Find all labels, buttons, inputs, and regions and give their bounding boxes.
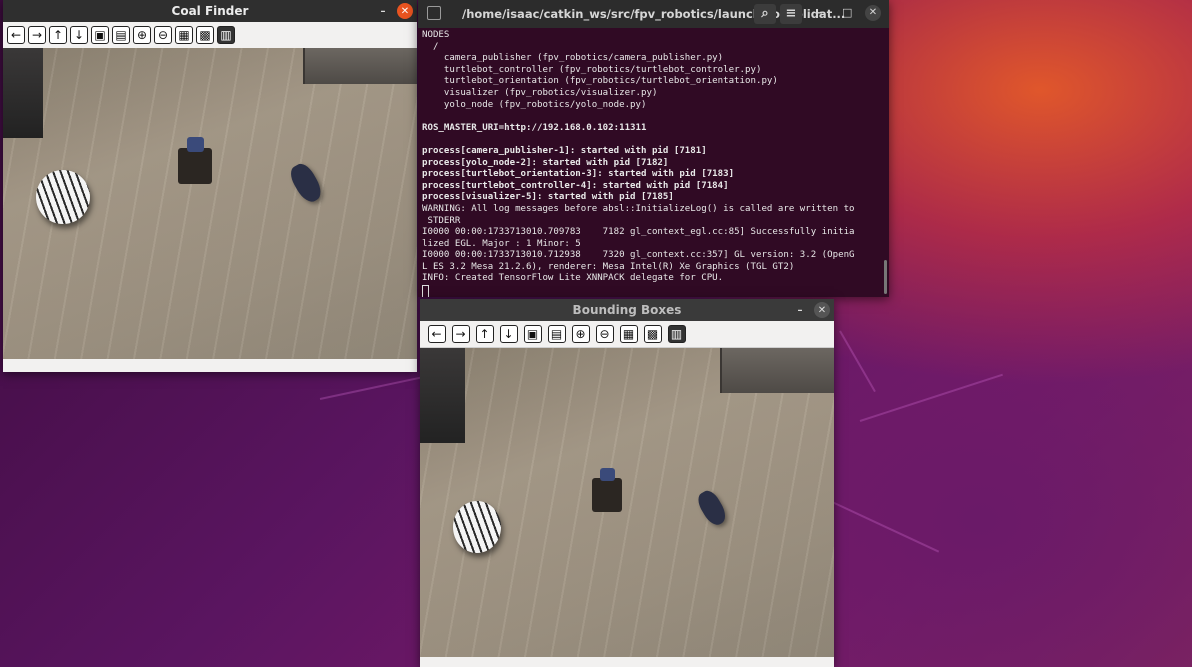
new-tab-icon[interactable] xyxy=(427,6,441,20)
properties-icon[interactable]: ▥ xyxy=(667,325,686,343)
camera-view xyxy=(3,48,417,359)
arrow-left-icon[interactable]: ← xyxy=(7,26,25,44)
minimize-icon[interactable]: – xyxy=(375,3,391,19)
bounding-boxes-window: Bounding Boxes – ✕ ← → ↑ ↓ ▣ ▤ ⊕ ⊖ ▦ ▩ ▥ xyxy=(420,299,834,667)
cabinet xyxy=(303,48,417,84)
shoe-rack xyxy=(3,48,43,138)
save-icon[interactable]: ▦ xyxy=(175,26,193,44)
wallpaper-line xyxy=(829,500,940,553)
terminal-line: turtlebot_controller (fpv_robotics/turtl… xyxy=(422,64,762,75)
arrow-up-icon[interactable]: ↑ xyxy=(475,325,494,343)
arrow-left-icon[interactable]: ← xyxy=(427,325,446,343)
terminal-line: STDERR xyxy=(422,215,461,226)
detection-view xyxy=(420,348,834,657)
zoom-out-icon[interactable]: ⊖ xyxy=(595,325,614,343)
image-toolbar: ← → ↑ ↓ ▣ ▤ ⊕ ⊖ ▦ ▩ ▥ xyxy=(420,321,834,348)
arrow-right-icon[interactable]: → xyxy=(28,26,46,44)
zoom-out-icon[interactable]: ⊖ xyxy=(154,26,172,44)
arrow-right-icon[interactable]: → xyxy=(451,325,470,343)
cabinet xyxy=(720,348,834,393)
zoom-in-icon[interactable]: ⊕ xyxy=(571,325,590,343)
coal-finder-titlebar[interactable]: Coal Finder – ✕ xyxy=(3,0,417,22)
terminal-line: process[camera_publisher-1]: started wit… xyxy=(422,145,707,156)
menu-icon[interactable]: ≡ xyxy=(780,4,802,24)
maximize-icon[interactable]: □ xyxy=(842,6,852,19)
terminal-line: process[yolo_node-2]: started with pid [… xyxy=(422,157,669,168)
terminal-line: I0000 00:00:1733713010.709783 7182 gl_co… xyxy=(422,227,855,238)
terminal-line: / xyxy=(422,41,439,52)
bounding-boxes-titlebar[interactable]: Bounding Boxes – ✕ xyxy=(420,299,834,321)
image-toolbar: ← → ↑ ↓ ▣ ▤ ⊕ ⊖ ▦ ▩ ▥ xyxy=(3,22,417,49)
minimize-icon[interactable]: – xyxy=(792,302,808,318)
close-icon[interactable]: ✕ xyxy=(814,302,830,318)
window-title: Bounding Boxes xyxy=(572,303,682,317)
terminal-line: visualizer (fpv_robotics/visualizer.py) xyxy=(422,87,658,98)
terminal-output[interactable]: NODES / camera_publisher (fpv_robotics/c… xyxy=(418,28,889,297)
zoom-in-icon[interactable]: ⊕ xyxy=(133,26,151,44)
terminal-scrollbar[interactable] xyxy=(884,260,887,294)
close-icon[interactable]: ✕ xyxy=(865,5,881,21)
fit-alt-icon[interactable]: ▤ xyxy=(547,325,566,343)
robot xyxy=(178,137,212,184)
terminal-line: L ES 3.2 Mesa 21.2.6), renderer: Mesa In… xyxy=(422,261,795,272)
arrow-down-icon[interactable]: ↓ xyxy=(499,325,518,343)
window-title: Coal Finder xyxy=(171,4,249,18)
shoe-rack xyxy=(420,348,465,443)
terminal-line: camera_publisher (fpv_robotics/camera_pu… xyxy=(422,53,724,64)
fit-icon[interactable]: ▣ xyxy=(523,325,542,343)
terminal-line: process[turtlebot_controller-4]: started… xyxy=(422,180,729,191)
arrow-down-icon[interactable]: ↓ xyxy=(70,26,88,44)
terminal-line: turtlebot_orientation (fpv_robotics/turt… xyxy=(422,76,778,87)
terminal-line: I0000 00:00:1733713010.712938 7320 gl_co… xyxy=(422,250,855,261)
terminal-line: WARNING: All log messages before absl::I… xyxy=(422,203,855,214)
terminal-line: lized EGL. Major : 1 Minor: 5 xyxy=(422,238,581,249)
search-icon[interactable]: ⌕ xyxy=(754,4,776,24)
fit-alt-icon[interactable]: ▤ xyxy=(112,26,130,44)
save-alt-icon[interactable]: ▩ xyxy=(643,325,662,343)
terminal-line: INFO: Created TensorFlow Lite XNNPACK de… xyxy=(422,273,724,284)
close-icon[interactable]: ✕ xyxy=(397,3,413,19)
robot xyxy=(592,467,622,512)
terminal-line: yolo_node (fpv_robotics/yolo_node.py) xyxy=(422,99,647,110)
wallpaper-line xyxy=(839,330,876,393)
save-alt-icon[interactable]: ▩ xyxy=(196,26,214,44)
arrow-up-icon[interactable]: ↑ xyxy=(49,26,67,44)
terminal-line: NODES xyxy=(422,30,450,40)
helmet xyxy=(453,501,501,553)
minimize-icon[interactable]: – xyxy=(817,6,823,19)
fit-icon[interactable]: ▣ xyxy=(91,26,109,44)
helmet xyxy=(36,170,90,224)
properties-icon[interactable]: ▥ xyxy=(217,26,235,44)
terminal-window: /home/isaac/catkin_ws/src/fpv_robotics/l… xyxy=(418,0,889,297)
terminal-titlebar[interactable]: /home/isaac/catkin_ws/src/fpv_robotics/l… xyxy=(418,0,889,28)
wallpaper-line xyxy=(859,373,1003,422)
save-icon[interactable]: ▦ xyxy=(619,325,638,343)
terminal-line: ROS_MASTER_URI=http://192.168.0.102:1131… xyxy=(422,122,647,133)
coal-finder-window: Coal Finder – ✕ ← → ↑ ↓ ▣ ▤ ⊕ ⊖ ▦ ▩ ▥ xyxy=(3,0,417,372)
terminal-line: process[turtlebot_orientation-3]: starte… xyxy=(422,169,735,180)
terminal-line: process[visualizer-5]: started with pid … xyxy=(422,192,674,203)
terminal-cursor xyxy=(422,285,429,297)
